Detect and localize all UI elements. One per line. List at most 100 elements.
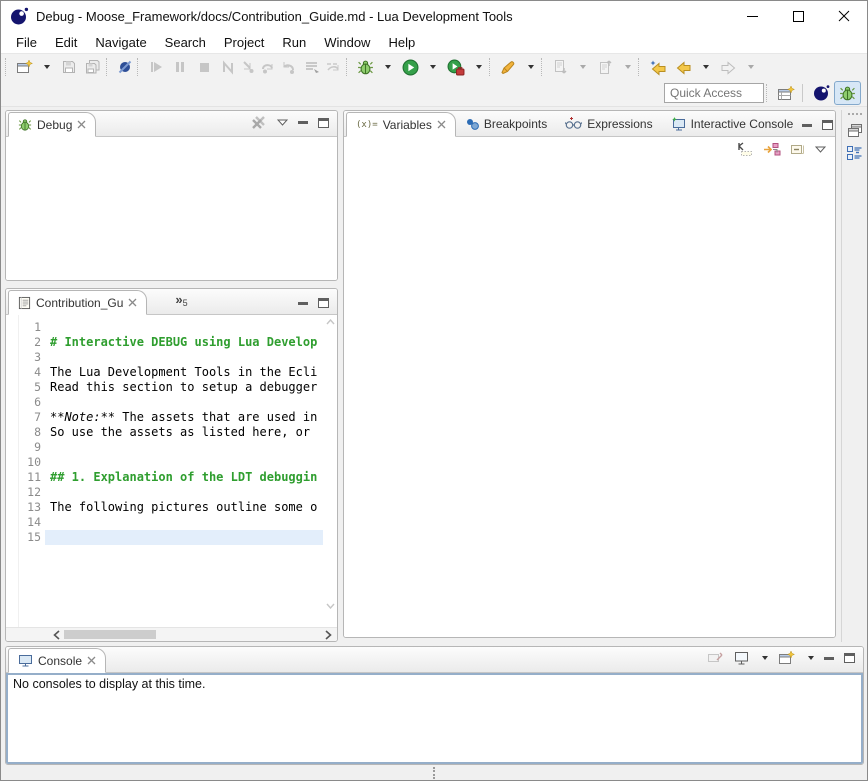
editor-body[interactable]: 123456789101112131415 # Interactive DEBU… bbox=[6, 315, 337, 627]
outline-view-icon[interactable] bbox=[846, 145, 863, 161]
console-content[interactable]: No consoles to display at this time. bbox=[6, 673, 863, 764]
editor-line[interactable] bbox=[50, 320, 337, 335]
tab-variables[interactable]: (x)= Variables bbox=[346, 112, 456, 137]
minimize-view-icon[interactable] bbox=[298, 121, 308, 124]
editor-vertical-scrollbar[interactable] bbox=[324, 315, 337, 613]
mark-occurrences-button[interactable] bbox=[498, 56, 519, 78]
minimize-view-icon[interactable] bbox=[298, 302, 308, 305]
tab-overflow-button[interactable]: »5 bbox=[175, 292, 187, 314]
menu-item-navigate[interactable]: Navigate bbox=[86, 33, 155, 52]
previous-annotation-button[interactable] bbox=[595, 56, 616, 78]
annotation-ruler[interactable] bbox=[6, 315, 19, 627]
editor-line[interactable] bbox=[50, 455, 337, 470]
view-menu-icon[interactable] bbox=[815, 146, 826, 153]
editor-line[interactable] bbox=[45, 530, 323, 545]
editor-line[interactable]: # Interactive DEBUG using Lua Develop bbox=[50, 335, 337, 350]
new-wizard-button[interactable] bbox=[14, 56, 35, 78]
editor-line[interactable]: Read this section to setup a debugger bbox=[50, 380, 337, 395]
back-dropdown[interactable] bbox=[694, 56, 714, 78]
debug-button[interactable] bbox=[355, 56, 376, 78]
minimize-view-icon[interactable] bbox=[824, 657, 834, 660]
step-into-button[interactable] bbox=[238, 56, 258, 78]
scroll-left-icon[interactable] bbox=[53, 630, 60, 640]
mark-occurrences-dropdown[interactable] bbox=[519, 56, 539, 78]
chevron-down-icon[interactable] bbox=[762, 656, 768, 660]
menu-item-help[interactable]: Help bbox=[379, 33, 424, 52]
view-menu-icon[interactable] bbox=[277, 119, 288, 126]
scroll-right-icon[interactable] bbox=[325, 630, 332, 640]
restore-views-icon[interactable] bbox=[847, 123, 863, 138]
menu-item-search[interactable]: Search bbox=[156, 33, 215, 52]
editor-gutter[interactable]: 123456789101112131415 bbox=[19, 315, 45, 627]
menu-item-edit[interactable]: Edit bbox=[46, 33, 86, 52]
close-tab-icon[interactable] bbox=[128, 298, 137, 307]
new-wizard-dropdown[interactable] bbox=[35, 56, 55, 78]
tab-console[interactable]: Console bbox=[8, 648, 106, 673]
previous-annotation-dropdown[interactable] bbox=[616, 56, 636, 78]
maximize-window-button[interactable] bbox=[775, 1, 821, 31]
menu-item-file[interactable]: File bbox=[7, 33, 46, 52]
external-tools-dropdown[interactable] bbox=[467, 56, 487, 78]
maximize-view-icon[interactable] bbox=[318, 118, 329, 128]
last-edit-location-button[interactable] bbox=[647, 56, 669, 78]
editor-horizontal-scrollbar[interactable] bbox=[6, 627, 337, 641]
resume-button[interactable] bbox=[146, 56, 166, 78]
editor-line[interactable]: ## 1. Explanation of the LDT debuggin bbox=[50, 470, 337, 485]
statusbar-drag-handle[interactable] bbox=[433, 767, 435, 779]
tab-debug[interactable]: Debug bbox=[8, 112, 96, 137]
remove-terminated-icon[interactable] bbox=[251, 115, 267, 130]
editor-line[interactable] bbox=[50, 440, 337, 455]
perspective-debug-button[interactable] bbox=[834, 81, 861, 105]
close-tab-icon[interactable] bbox=[87, 656, 96, 665]
step-return-button[interactable] bbox=[278, 56, 298, 78]
editor-line[interactable]: **Note:** The assets that are used in bbox=[50, 410, 337, 425]
tab-contribution-guide[interactable]: Contribution_Gu bbox=[8, 290, 147, 315]
tab-interactive-console[interactable]: Interactive Console bbox=[662, 111, 803, 136]
display-selected-console-icon[interactable] bbox=[734, 651, 749, 665]
quick-access-input[interactable] bbox=[664, 83, 764, 103]
close-tab-icon[interactable] bbox=[437, 120, 446, 129]
editor-line[interactable] bbox=[50, 515, 337, 530]
debug-dropdown[interactable] bbox=[376, 56, 396, 78]
open-perspective-button[interactable] bbox=[775, 82, 797, 104]
menu-item-project[interactable]: Project bbox=[215, 33, 273, 52]
close-tab-icon[interactable] bbox=[77, 120, 86, 129]
scroll-up-icon[interactable] bbox=[326, 319, 335, 325]
maximize-view-icon[interactable] bbox=[844, 653, 855, 663]
menu-item-run[interactable]: Run bbox=[273, 33, 315, 52]
scroll-down-icon[interactable] bbox=[326, 603, 335, 609]
save-button[interactable] bbox=[59, 56, 79, 78]
disconnect-button[interactable] bbox=[218, 56, 238, 78]
save-all-button[interactable] bbox=[83, 56, 104, 78]
editor-code[interactable]: # Interactive DEBUG using Lua Develop The… bbox=[45, 315, 337, 627]
suspend-button[interactable] bbox=[170, 56, 190, 78]
strip-drag-handle[interactable] bbox=[848, 113, 862, 115]
editor-line[interactable] bbox=[50, 485, 337, 500]
step-filters-button[interactable] bbox=[302, 56, 323, 78]
next-annotation-dropdown[interactable] bbox=[571, 56, 591, 78]
minimize-window-button[interactable] bbox=[729, 1, 775, 31]
maximize-view-icon[interactable] bbox=[822, 120, 833, 130]
show-type-names-icon[interactable] bbox=[737, 142, 754, 157]
open-console-icon[interactable] bbox=[778, 650, 795, 666]
forward-dropdown[interactable] bbox=[739, 56, 759, 78]
perspective-lua-button[interactable] bbox=[808, 81, 834, 105]
pin-console-icon[interactable] bbox=[707, 651, 724, 666]
run-dropdown[interactable] bbox=[421, 56, 441, 78]
tab-breakpoints[interactable]: Breakpoints bbox=[456, 111, 556, 136]
step-over-button[interactable] bbox=[258, 56, 278, 78]
maximize-view-icon[interactable] bbox=[318, 298, 329, 308]
tab-expressions[interactable]: Expressions bbox=[556, 111, 661, 136]
external-tools-button[interactable] bbox=[445, 56, 467, 78]
run-button[interactable] bbox=[400, 56, 421, 78]
use-step-filters-button[interactable] bbox=[323, 56, 344, 78]
minimize-view-icon[interactable] bbox=[802, 124, 812, 127]
terminate-button[interactable] bbox=[194, 56, 214, 78]
menu-item-window[interactable]: Window bbox=[315, 33, 379, 52]
close-window-button[interactable] bbox=[821, 1, 867, 31]
editor-line[interactable]: So use the assets as listed here, or bbox=[50, 425, 337, 440]
editor-line[interactable]: The following pictures outline some o bbox=[50, 500, 337, 515]
collapse-all-icon[interactable] bbox=[790, 142, 806, 157]
show-logical-structure-icon[interactable] bbox=[763, 142, 781, 157]
back-button[interactable] bbox=[673, 56, 694, 78]
